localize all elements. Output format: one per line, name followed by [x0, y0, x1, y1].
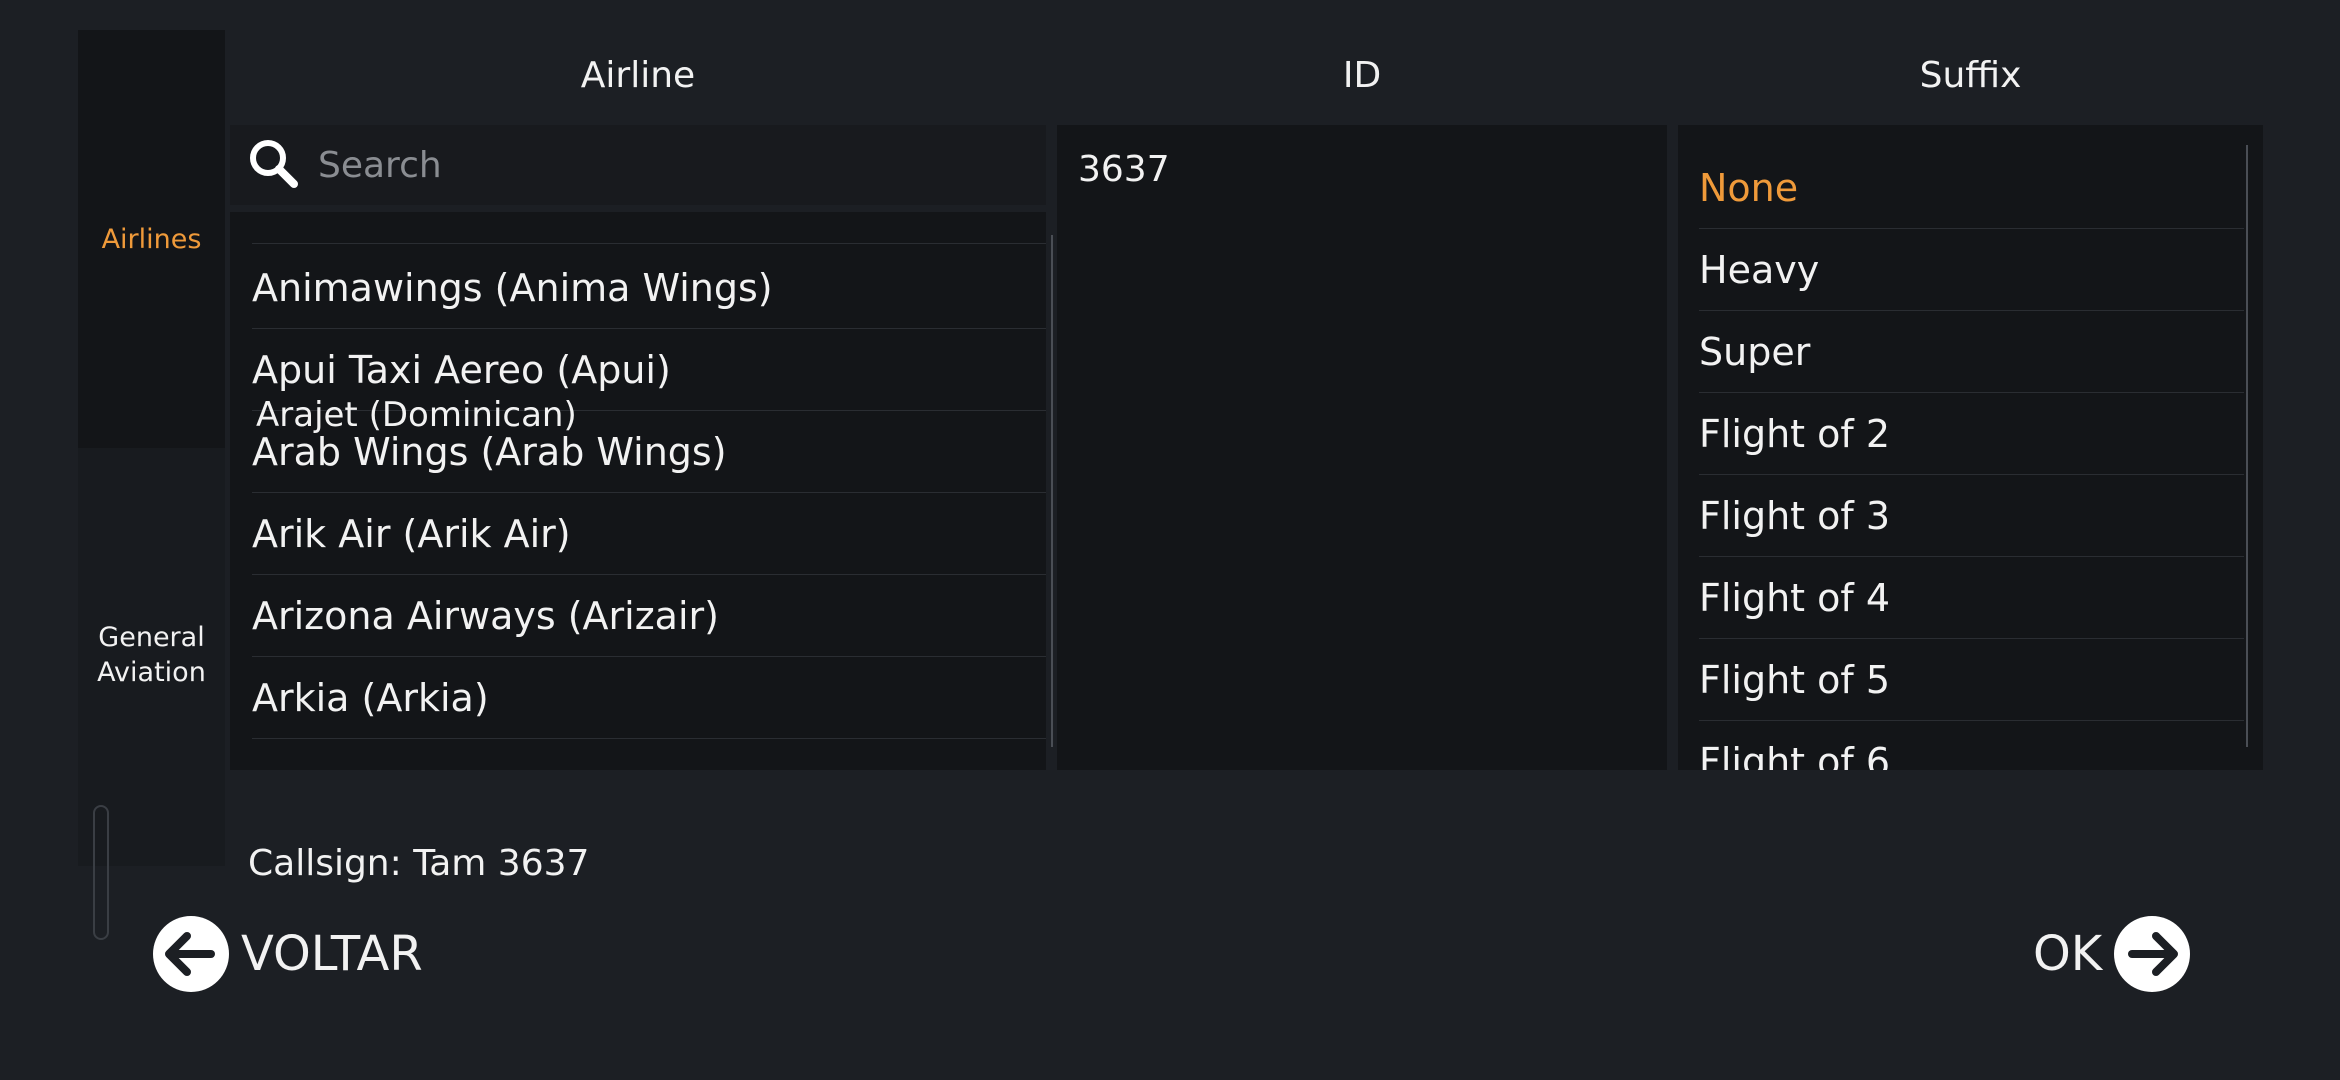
ok-button[interactable]: OK	[2033, 915, 2191, 993]
suffix-item-flight-of-3[interactable]: Flight of 3	[1699, 475, 2244, 557]
list-item[interactable]	[252, 212, 1046, 244]
suffix-item-super[interactable]: Super	[1699, 311, 2244, 393]
back-button-label: VOLTAR	[241, 926, 423, 982]
search-icon[interactable]	[248, 138, 300, 190]
list-item[interactable]: Arik Air (Arik Air)	[252, 493, 1046, 575]
suffix-item-flight-of-2[interactable]: Flight of 2	[1699, 393, 2244, 475]
suffix-item-flight-of-6[interactable]: Flight of 6	[1699, 721, 2244, 770]
id-panel[interactable]	[1057, 125, 1667, 770]
sidebar-item-general-aviation-line2: Aviation	[97, 657, 206, 688]
sidebar-item-airlines[interactable]: Airlines	[78, 30, 225, 448]
id-value: 3637	[1078, 149, 1170, 190]
list-item[interactable]: Arizona Airways (Arizair)	[252, 575, 1046, 657]
suffix-item-flight-of-5[interactable]: Flight of 5	[1699, 639, 2244, 721]
callsign-readout: Callsign: Tam 3637	[248, 843, 590, 884]
arrow-right-circle-icon	[2114, 916, 2191, 992]
arrow-left-circle-icon	[153, 916, 229, 992]
suffix-item-none[interactable]: None	[1699, 147, 2244, 229]
suffix-item-flight-of-4[interactable]: Flight of 4	[1699, 557, 2244, 639]
suffix-column-title: Suffix	[1919, 55, 2022, 96]
ok-button-label: OK	[2033, 926, 2103, 982]
back-button[interactable]: VOLTAR	[153, 915, 423, 993]
sidebar-item-general-aviation-line1: General	[98, 622, 205, 653]
airline-list-scrollbar[interactable]	[1051, 235, 1053, 747]
sidebar-item-airlines-label: Airlines	[101, 224, 202, 255]
suffix-item-heavy[interactable]: Heavy	[1699, 229, 2244, 311]
sidebar-scroll-indicator[interactable]	[93, 805, 109, 940]
drag-overlay-label: Arajet (Dominican)	[256, 395, 577, 435]
airline-list[interactable]: Animawings (Anima Wings) Apui Taxi Aereo…	[230, 212, 1046, 770]
airline-column-title: Airline	[580, 55, 696, 96]
suffix-list[interactable]: None Heavy Super Flight of 2 Flight of 3…	[1678, 125, 2263, 770]
list-item[interactable]: Arkia (Arkia)	[252, 657, 1046, 739]
list-item[interactable]: Animawings (Anima Wings)	[252, 247, 1046, 329]
suffix-list-scrollbar[interactable]	[2246, 145, 2248, 747]
search-input[interactable]	[316, 136, 1020, 194]
id-column-title: ID	[1342, 55, 1382, 96]
sidebar-item-general-aviation[interactable]: General Aviation	[78, 600, 225, 720]
